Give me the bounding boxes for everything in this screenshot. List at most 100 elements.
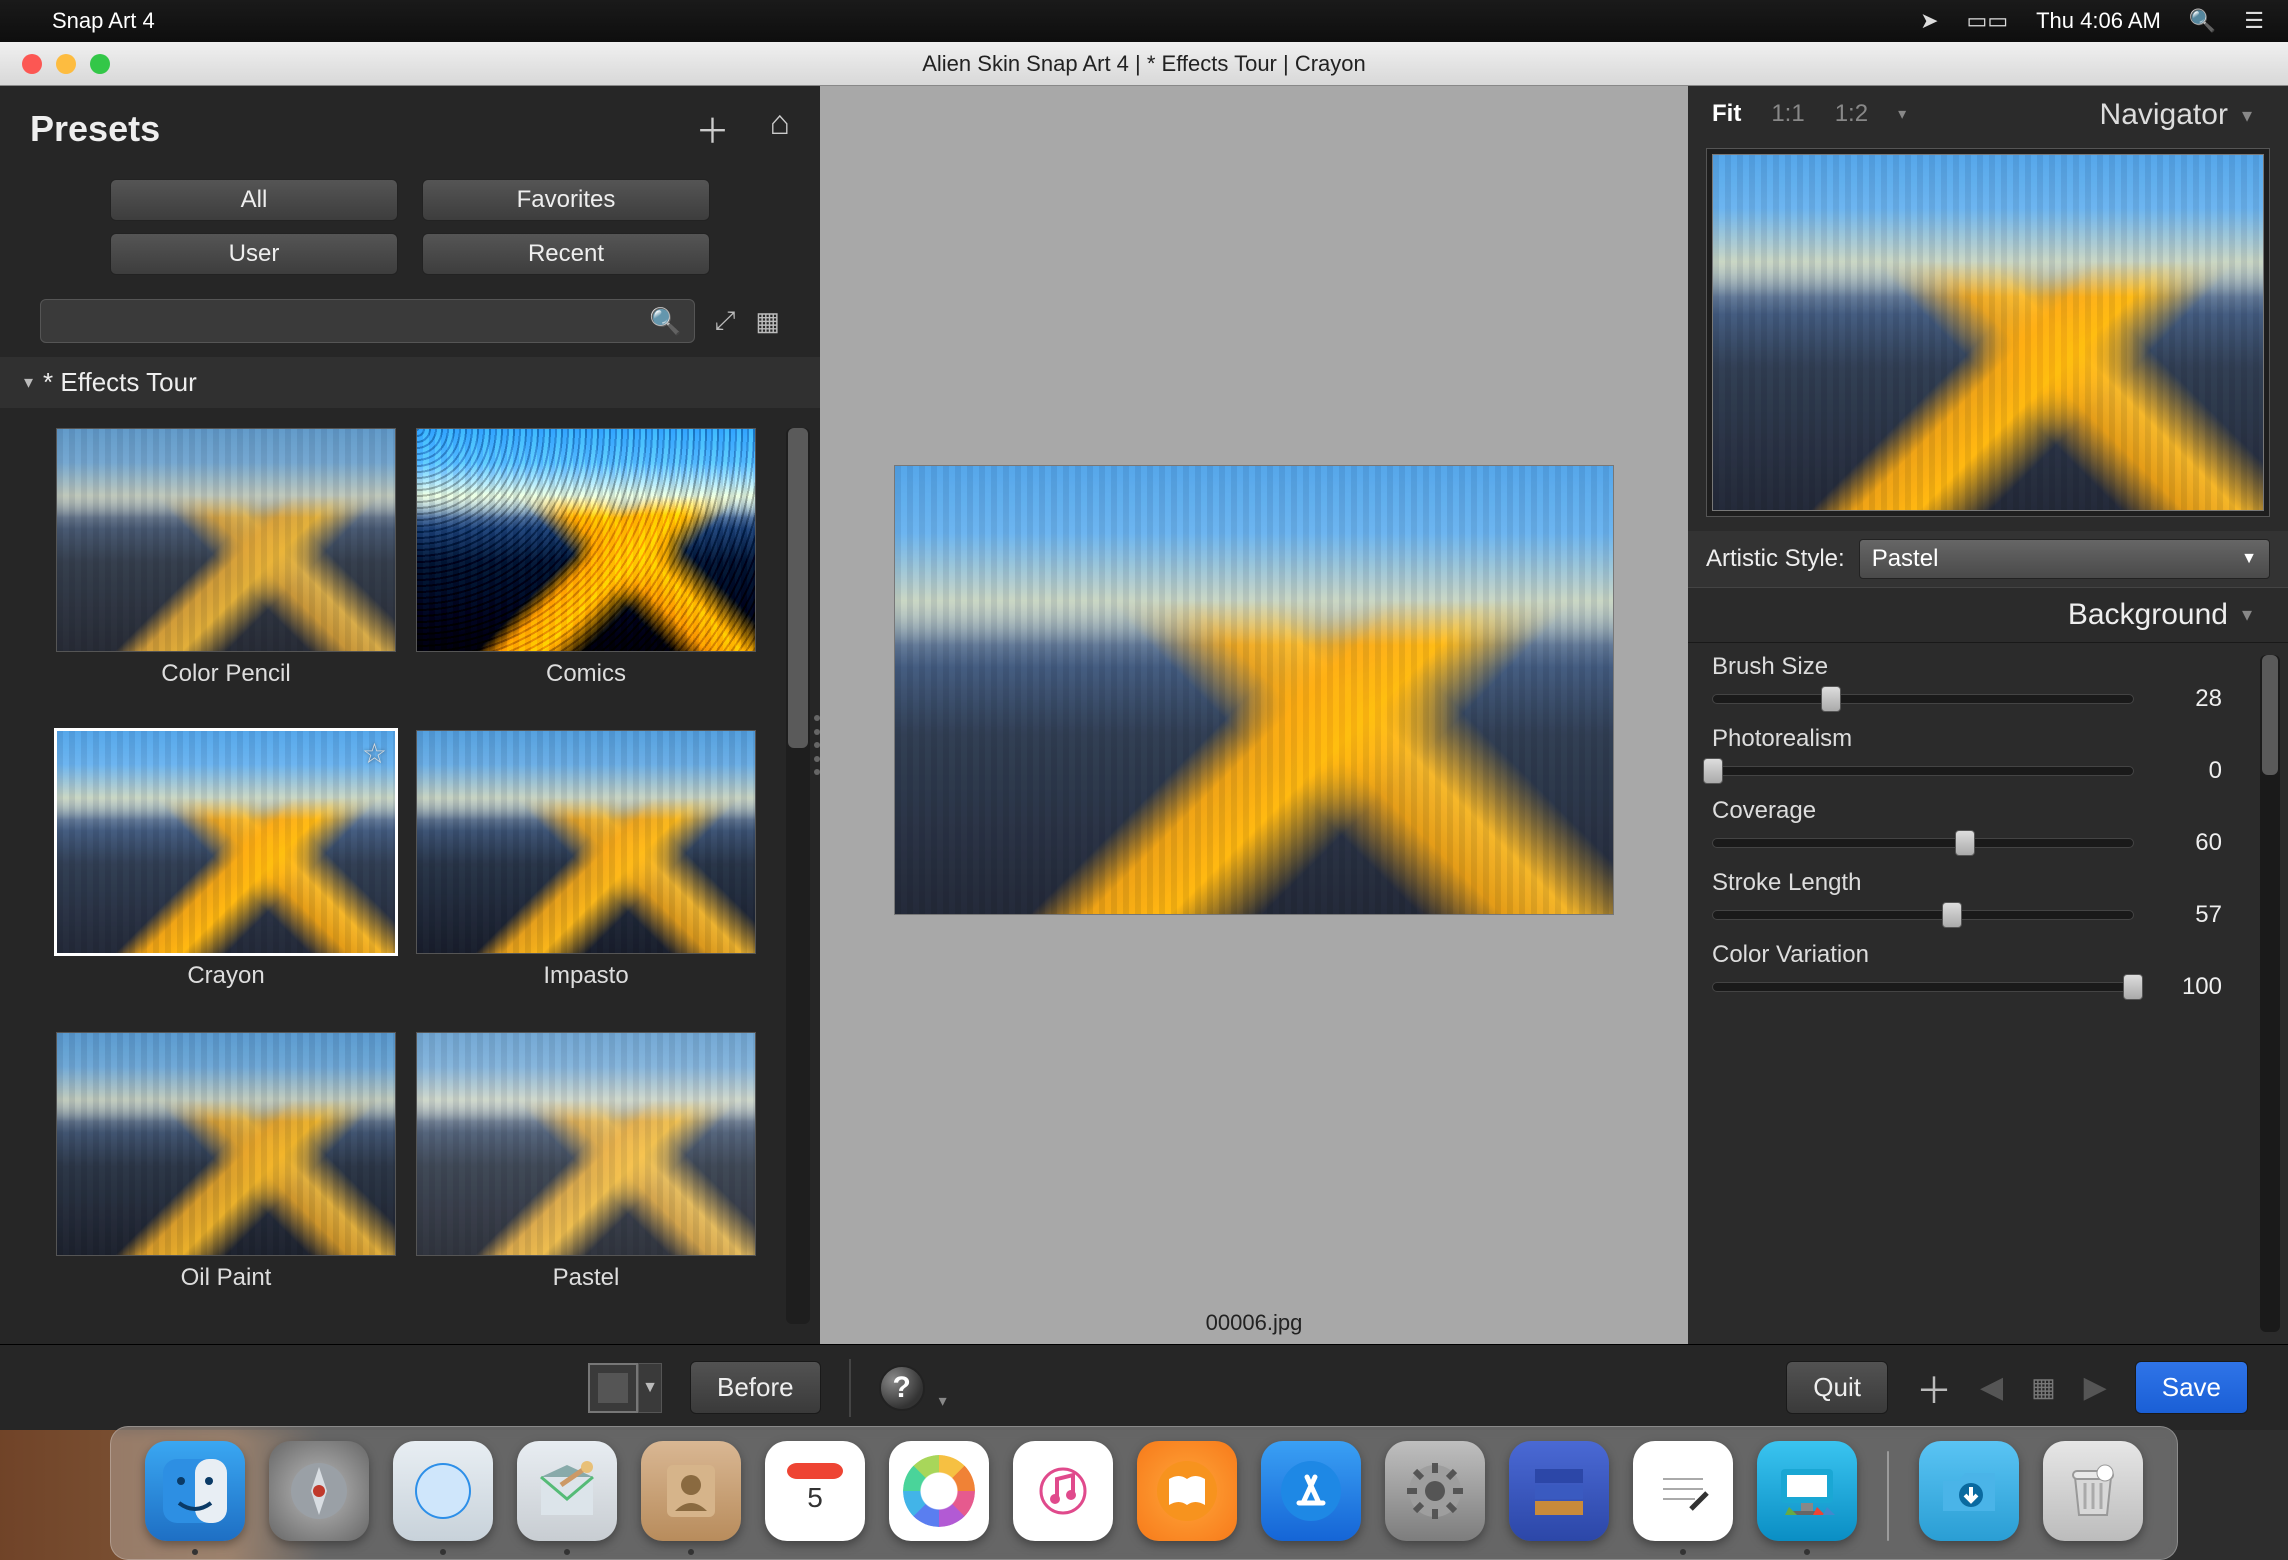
search-icon: 🔍 <box>649 306 681 337</box>
dock-notes-icon[interactable] <box>1633 1441 1733 1541</box>
artistic-style-value: Pastel <box>1872 545 1939 573</box>
dock-trash-icon[interactable] <box>2043 1441 2143 1541</box>
slider-brush-size: Brush Size28 <box>1712 653 2222 713</box>
dock-music-icon[interactable] <box>1013 1441 1113 1541</box>
artistic-style-select[interactable]: Pastel ▼ <box>1859 539 2270 579</box>
right-panel-scrollbar-thumb[interactable] <box>2262 655 2278 775</box>
preset-search-input[interactable]: 🔍 <box>40 299 695 343</box>
window-close-button[interactable] <box>22 54 42 74</box>
slider-label: Stroke Length <box>1712 869 2222 897</box>
preset-label: Pastel <box>553 1264 620 1292</box>
window-minimize-button[interactable] <box>56 54 76 74</box>
dock-safari-icon[interactable] <box>393 1441 493 1541</box>
dock-ibooks-icon[interactable] <box>1137 1441 1237 1541</box>
preset-category-name: * Effects Tour <box>43 367 197 398</box>
slider-thumb[interactable] <box>1942 902 1962 928</box>
tab-all[interactable]: All <box>110 179 398 221</box>
preset-scrollbar[interactable] <box>786 428 810 1324</box>
help-dropdown-icon[interactable]: ▾ <box>939 1391 947 1411</box>
preset-item-crayon[interactable]: ☆ Crayon <box>56 730 396 1022</box>
window-zoom-button[interactable] <box>90 54 110 74</box>
background-color-swatch[interactable] <box>588 1363 638 1413</box>
running-indicator <box>1804 1549 1810 1555</box>
preset-label: Impasto <box>543 962 628 990</box>
menubar-clock[interactable]: Thu 4:06 AM <box>2036 8 2161 34</box>
preset-label: Oil Paint <box>181 1264 272 1292</box>
add-button-icon[interactable]: ＋ <box>1916 1362 1952 1414</box>
save-button[interactable]: Save <box>2135 1361 2248 1414</box>
preset-label: Comics <box>546 660 626 688</box>
preset-item-impasto[interactable]: Impasto <box>416 730 756 1022</box>
dock-downloads-icon[interactable] <box>1919 1441 2019 1541</box>
spotlight-icon[interactable]: 🔍 <box>2189 8 2216 34</box>
menubar-app-name[interactable]: Snap Art 4 <box>52 8 155 34</box>
dock-photos-icon[interactable] <box>889 1441 989 1541</box>
background-section-menu-icon[interactable]: ▾ <box>2242 602 2252 627</box>
cursor-icon[interactable]: ➤ <box>1920 8 1938 34</box>
dock-box-icon[interactable] <box>1509 1441 1609 1541</box>
navigator-title: Navigator <box>2100 98 2228 132</box>
slider-photorealism: Photorealism0 <box>1712 725 2222 785</box>
tab-user[interactable]: User <box>110 233 398 275</box>
preset-category-header[interactable]: ▾ * Effects Tour <box>0 357 820 408</box>
favorite-star-icon[interactable]: ☆ <box>362 737 387 770</box>
dock-appstore-icon[interactable] <box>1261 1441 1361 1541</box>
dock-launchpad-icon[interactable] <box>269 1441 369 1541</box>
preset-scrollbar-thumb[interactable] <box>788 428 808 748</box>
home-icon[interactable]: ⌂ <box>769 104 790 153</box>
dock-separator <box>1887 1451 1889 1541</box>
grid-icon[interactable]: ▦ <box>2031 1372 2056 1403</box>
slider-thumb[interactable] <box>1955 830 1975 856</box>
svg-text:5: 5 <box>807 1482 823 1513</box>
chevron-down-icon: ▼ <box>2241 550 2257 568</box>
notification-center-icon[interactable]: ☰ <box>2244 8 2264 34</box>
right-panel-scrollbar[interactable] <box>2260 655 2280 1332</box>
preview-image[interactable] <box>894 465 1614 915</box>
preset-item-oil-paint[interactable]: Oil Paint <box>56 1032 396 1324</box>
preview-filename: 00006.jpg <box>820 1310 1688 1336</box>
displays-icon[interactable]: ▭▭ <box>1967 8 2009 34</box>
slider-track[interactable] <box>1712 910 2134 920</box>
slider-thumb[interactable] <box>1821 686 1841 712</box>
slider-stroke-length: Stroke Length57 <box>1712 869 2222 929</box>
splitter-handle[interactable] <box>814 715 826 775</box>
preset-thumb-grid: Color Pencil Comics ☆ Crayon Impasto Oil Pain… <box>0 408 786 1344</box>
slider-label: Brush Size <box>1712 653 2222 681</box>
dock-sysprefs-icon[interactable] <box>1385 1441 1485 1541</box>
slider-track[interactable] <box>1712 838 2134 848</box>
dock-contacts-icon[interactable] <box>641 1441 741 1541</box>
dock-finder-icon[interactable] <box>145 1441 245 1541</box>
dock-calendar-icon[interactable]: 5 <box>765 1441 865 1541</box>
running-indicator <box>688 1549 694 1555</box>
grid-view-icon[interactable]: ▦ <box>755 306 780 337</box>
tab-recent[interactable]: Recent <box>422 233 710 275</box>
window-title: Alien Skin Snap Art 4 | * Effects Tour |… <box>0 51 2288 77</box>
navigator-menu-icon[interactable]: ▾ <box>2242 103 2252 128</box>
navigator-preview[interactable] <box>1706 148 2270 517</box>
slider-thumb[interactable] <box>1703 758 1723 784</box>
preset-label: Crayon <box>187 962 264 990</box>
preset-item-pastel[interactable]: Pastel <box>416 1032 756 1324</box>
background-color-dropdown[interactable]: ▼ <box>638 1363 662 1413</box>
slider-track[interactable] <box>1712 766 2134 776</box>
prev-image-icon[interactable]: ◀ <box>1980 1370 2003 1405</box>
help-icon[interactable]: ? <box>879 1365 925 1411</box>
tab-favorites[interactable]: Favorites <box>422 179 710 221</box>
slider-label: Coverage <box>1712 797 2222 825</box>
preset-item-color-pencil[interactable]: Color Pencil <box>56 428 396 720</box>
preset-item-comics[interactable]: Comics <box>416 428 756 720</box>
background-section-title: Background <box>2068 598 2228 632</box>
quit-button[interactable]: Quit <box>1786 1361 1888 1414</box>
artistic-style-label: Artistic Style: <box>1706 545 1845 573</box>
collapse-icon[interactable]: ⤢ <box>715 305 736 337</box>
slider-track[interactable] <box>1712 694 2134 704</box>
slider-track[interactable] <box>1712 982 2134 992</box>
dock-display-icon[interactable] <box>1757 1441 1857 1541</box>
before-button[interactable]: Before <box>690 1361 821 1414</box>
add-preset-icon[interactable]: ＋ <box>695 104 729 153</box>
slider-label: Color Variation <box>1712 941 2222 969</box>
slider-thumb[interactable] <box>2123 974 2143 1000</box>
dock-mail-icon[interactable] <box>517 1441 617 1541</box>
next-image-icon[interactable]: ▶ <box>2084 1370 2107 1405</box>
running-indicator <box>1680 1549 1686 1555</box>
